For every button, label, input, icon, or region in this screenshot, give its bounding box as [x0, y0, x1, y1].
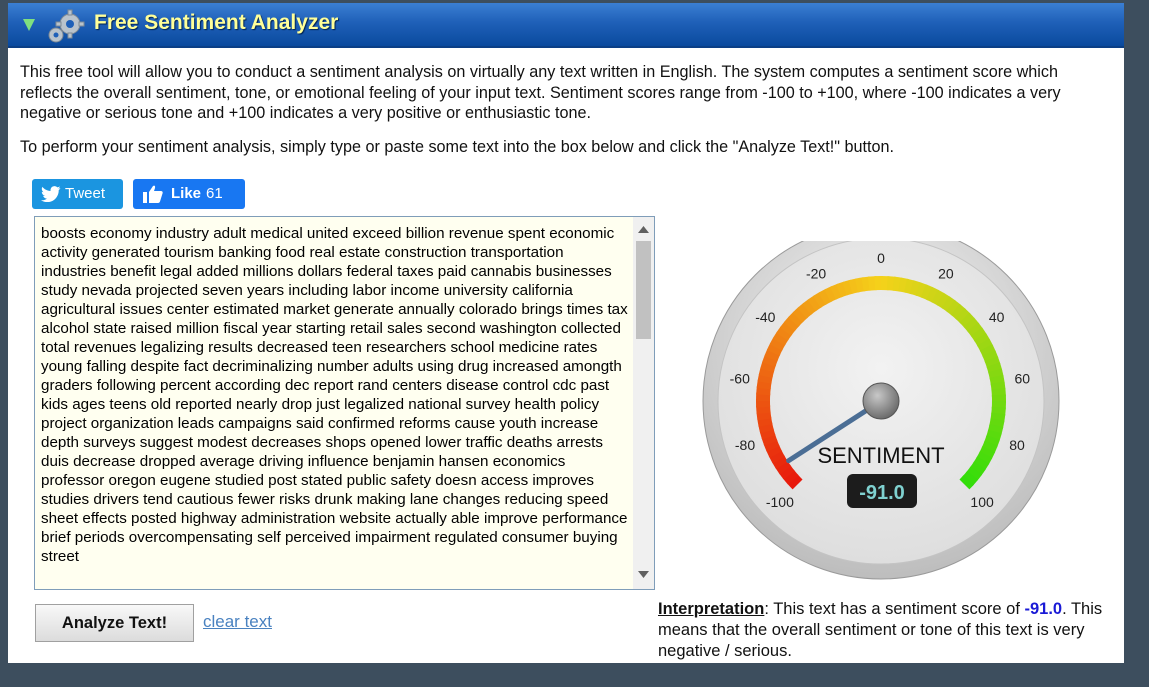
- like-label: Like: [171, 185, 202, 202]
- instructions-text: To perform your sentiment analysis, simp…: [20, 138, 895, 156]
- gauge-tick-label: -80: [735, 437, 755, 453]
- twitter-bird-icon: [41, 186, 61, 202]
- gauge-tick-label: -60: [730, 371, 750, 387]
- scroll-down-icon[interactable]: [638, 571, 649, 578]
- scroll-up-icon[interactable]: [638, 226, 649, 233]
- text-input-area[interactable]: boosts economy industry adult medical un…: [34, 216, 655, 590]
- sentiment-gauge: -100 -80 -60 -40 -20 0 20 40 60 80 100 SENTIMENT -…: [702, 241, 1060, 580]
- tweet-label: Tweet: [65, 185, 106, 202]
- gears-icon: [48, 9, 85, 43]
- text-input-content[interactable]: boosts economy industry adult medical un…: [41, 224, 631, 566]
- interpretation-score: -91.0: [1024, 600, 1063, 618]
- gauge-tick-label: 0: [877, 250, 885, 266]
- text-scrollbar[interactable]: [633, 217, 654, 589]
- tweet-button[interactable]: Tweet: [32, 179, 123, 209]
- title-bar: Free Sentiment Analyzer: [8, 3, 1124, 48]
- gauge-value: -91.0: [859, 482, 905, 504]
- interpretation-text: Interpretation: This text has a sentimen…: [658, 599, 1118, 662]
- gauge-tick-label: -40: [755, 309, 775, 325]
- interpretation-lead: : This text has a sentiment score of: [764, 600, 1025, 618]
- analyzer-panel: Free Sentiment Analyzer This free tool w…: [8, 3, 1124, 663]
- scroll-thumb[interactable]: [636, 241, 651, 339]
- gauge-hub: [862, 382, 900, 420]
- gauge-tick-label: -20: [806, 266, 826, 282]
- gauge-label: SENTIMENT: [817, 443, 944, 468]
- gauge-tick-label: 60: [1014, 371, 1030, 387]
- clear-text-link[interactable]: clear text: [203, 612, 272, 632]
- thumbs-up-icon: [143, 185, 163, 203]
- gauge-tick-label: 80: [1009, 437, 1025, 453]
- triangle-down-icon[interactable]: [22, 18, 36, 32]
- like-button[interactable]: Like 61: [133, 179, 245, 209]
- gauge-tick-label: 20: [938, 266, 954, 282]
- interpretation-label: Interpretation: [658, 600, 765, 618]
- analyze-text-button[interactable]: Analyze Text!: [35, 604, 194, 642]
- gauge-tick-label: 100: [970, 494, 994, 510]
- app-title: Free Sentiment Analyzer: [94, 11, 339, 34]
- like-count: 61: [206, 185, 223, 202]
- intro-description: This free tool will allow you to conduct…: [20, 63, 1061, 122]
- gauge-tick-label: -100: [766, 494, 794, 510]
- gauge-tick-label: 40: [989, 309, 1005, 325]
